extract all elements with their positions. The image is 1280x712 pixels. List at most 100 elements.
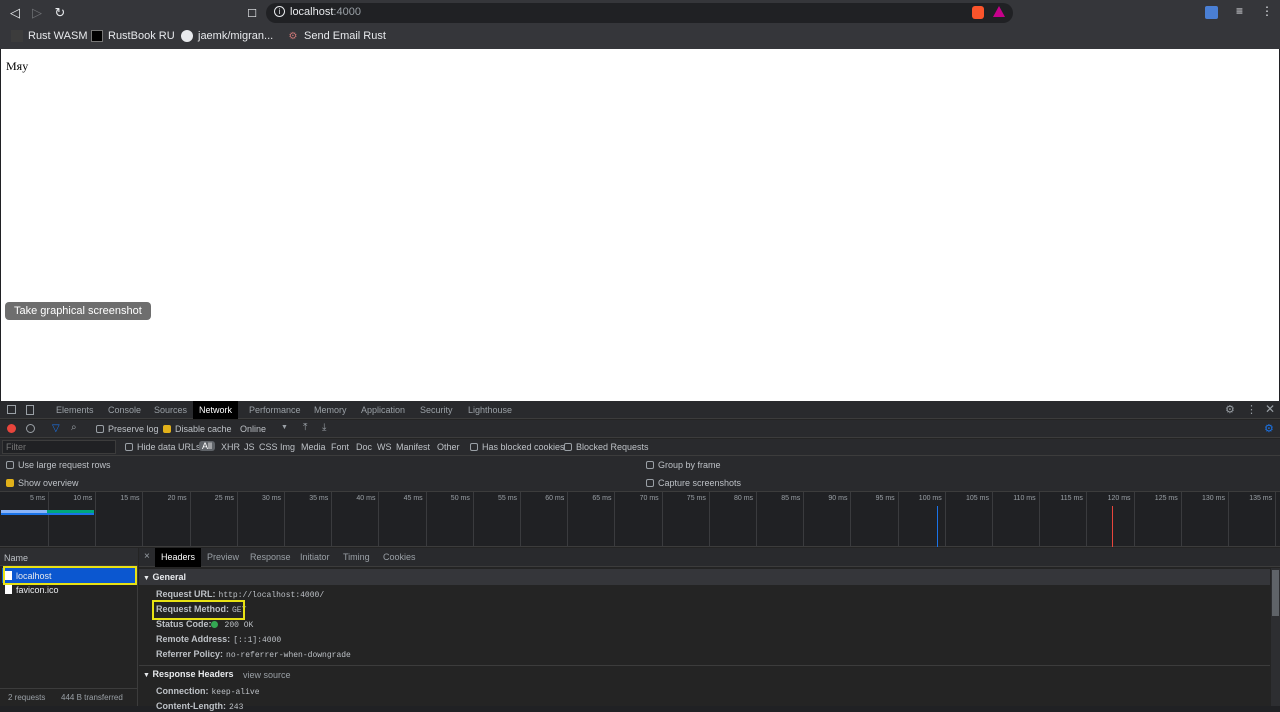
- tab-initiator[interactable]: Initiator: [294, 548, 336, 567]
- request-row-favicon[interactable]: favicon.ico: [2, 582, 136, 597]
- filter-type-img[interactable]: Img: [280, 442, 295, 452]
- preserve-log-checkbox[interactable]: [96, 425, 104, 433]
- close-detail-icon[interactable]: ×: [144, 551, 150, 562]
- timeline-gridline: [1039, 492, 1041, 547]
- section-divider: [139, 665, 1270, 666]
- timeline-gridline: [803, 492, 805, 547]
- filter-input[interactable]: [2, 440, 116, 454]
- general-section-header[interactable]: ▼ General: [139, 569, 1270, 585]
- timeline-tick-label: 115 ms: [1060, 495, 1083, 502]
- record-icon[interactable]: [7, 424, 16, 433]
- menu-icon[interactable]: ⋮: [1261, 4, 1273, 18]
- view-source-link[interactable]: view source: [243, 670, 291, 680]
- url-text: localhost:4000: [290, 6, 361, 18]
- timeline-gridline: [284, 492, 285, 547]
- bookmark-item[interactable]: RustBook RU: [91, 29, 175, 43]
- timeline-gridline: [236, 492, 238, 547]
- brave-shield-icon[interactable]: [972, 6, 984, 19]
- timeline-gridline: [1133, 492, 1135, 547]
- filter-type-font[interactable]: Font: [331, 442, 349, 452]
- tab-cookies[interactable]: Cookies: [377, 548, 422, 567]
- timeline-tick-label: 45 ms: [403, 495, 423, 502]
- requests-count: 2 requests: [8, 693, 46, 702]
- filter-type-doc[interactable]: Doc: [356, 442, 372, 452]
- disable-cache-checkbox[interactable]: [163, 425, 171, 433]
- timeline-tick-label: 20 ms: [167, 495, 187, 502]
- tab-preview[interactable]: Preview: [201, 548, 245, 567]
- general-remote-address: Remote Address: [::1]:4000: [156, 634, 282, 645]
- tab-performance[interactable]: Performance: [243, 401, 307, 419]
- tab-timing[interactable]: Timing: [337, 548, 376, 567]
- timeline-tick-label: 105 ms: [966, 495, 989, 502]
- scrollbar-thumb[interactable]: [1272, 570, 1279, 616]
- back-icon[interactable]: ◁: [6, 4, 24, 22]
- filter-type-css[interactable]: CSS: [259, 442, 278, 452]
- export-har-icon[interactable]: ⤓: [322, 422, 326, 433]
- tab-response[interactable]: Response: [244, 548, 297, 567]
- has-blocked-cookies-checkbox[interactable]: [470, 443, 478, 451]
- forward-icon[interactable]: ▷: [28, 4, 46, 22]
- show-overview-label: Show overview: [18, 478, 79, 488]
- general-title: General: [152, 572, 186, 582]
- inspect-element-icon[interactable]: [7, 405, 16, 414]
- filter-type-other[interactable]: Other: [437, 442, 460, 452]
- tab-network[interactable]: Network: [193, 401, 239, 419]
- settings-gear-icon[interactable]: ⚙: [1225, 403, 1235, 416]
- column-name[interactable]: Name: [4, 553, 28, 563]
- timeline-tick-label: 110 ms: [1013, 495, 1036, 502]
- filter-type-ws[interactable]: WS: [377, 442, 392, 452]
- brave-rewards-icon[interactable]: [993, 6, 1005, 17]
- tab-console[interactable]: Console: [102, 401, 147, 419]
- tab-security[interactable]: Security: [414, 401, 459, 419]
- network-settings-icon[interactable]: ⚙: [1264, 422, 1274, 435]
- capture-screenshots-checkbox[interactable]: [646, 479, 654, 487]
- load-event-marker: [1112, 506, 1113, 547]
- address-bar[interactable]: i localhost:4000: [266, 3, 1013, 23]
- response-headers-header[interactable]: ▼ Response Headers: [143, 669, 234, 679]
- detail-scrollbar[interactable]: [1271, 568, 1280, 706]
- timeline-tick-label: 80 ms: [734, 495, 754, 502]
- filter-type-all[interactable]: All: [199, 441, 216, 451]
- network-options: Use large request rows Show overview Gro…: [0, 456, 1280, 492]
- timeline-tick-label: 65 ms: [592, 495, 612, 502]
- bookmark-item[interactable]: Rust WASM: [11, 29, 88, 43]
- browser-toolbar: ◁ ▷ ↻ ☐ i localhost:4000 ≡ ⋮ Rust WASM R…: [0, 0, 1280, 49]
- media-controls-icon[interactable]: ≡: [1236, 4, 1243, 18]
- page-text: Мяу: [6, 59, 29, 73]
- import-har-icon[interactable]: ⤒: [303, 422, 307, 433]
- large-rows-checkbox[interactable]: [6, 461, 14, 469]
- group-by-frame-label: Group by frame: [658, 460, 721, 470]
- tab-elements[interactable]: Elements: [50, 401, 100, 419]
- filter-type-js[interactable]: JS: [244, 442, 255, 452]
- tab-memory[interactable]: Memory: [308, 401, 353, 419]
- reload-icon[interactable]: ↻: [51, 4, 69, 22]
- bookmark-icon[interactable]: ☐: [243, 4, 261, 22]
- group-by-frame-checkbox[interactable]: [646, 461, 654, 469]
- more-options-icon[interactable]: ⋮: [1246, 403, 1257, 416]
- timeline-tick-label: 75 ms: [686, 495, 706, 502]
- show-overview-checkbox[interactable]: [6, 479, 14, 487]
- translate-icon[interactable]: [1205, 6, 1218, 19]
- tab-lighthouse[interactable]: Lighthouse: [462, 401, 518, 419]
- bookmark-item[interactable]: ⚙ Send Email Rust: [287, 29, 386, 43]
- filter-type-media[interactable]: Media: [301, 442, 326, 452]
- clear-icon[interactable]: [26, 424, 35, 433]
- timeline-tick-label: 50 ms: [450, 495, 470, 502]
- tab-application[interactable]: Application: [355, 401, 411, 419]
- dropdown-arrow-icon[interactable]: ▼: [281, 424, 288, 431]
- tab-headers[interactable]: Headers: [155, 548, 202, 567]
- site-info-icon[interactable]: i: [274, 6, 285, 17]
- blocked-requests-checkbox[interactable]: [564, 443, 572, 451]
- filter-type-xhr[interactable]: XHR: [221, 442, 240, 452]
- throttle-select[interactable]: Online: [240, 424, 266, 434]
- tab-sources[interactable]: Sources: [148, 401, 193, 419]
- filter-type-manifest[interactable]: Manifest: [396, 442, 430, 452]
- take-screenshot-button[interactable]: Take graphical screenshot: [5, 302, 151, 320]
- search-icon[interactable]: ⌕: [71, 422, 77, 433]
- close-devtools-icon[interactable]: ✕: [1265, 402, 1275, 416]
- filter-icon[interactable]: ▽: [52, 423, 60, 434]
- device-toolbar-icon[interactable]: [26, 405, 34, 415]
- hide-data-urls-checkbox[interactable]: [125, 443, 133, 451]
- bookmark-item[interactable]: jaemk/migran...: [181, 29, 273, 43]
- timeline-overview[interactable]: 5 ms 10 ms 15 ms 20 ms 25 ms 30 ms 35 ms 40 ms 4…: [0, 492, 1280, 547]
